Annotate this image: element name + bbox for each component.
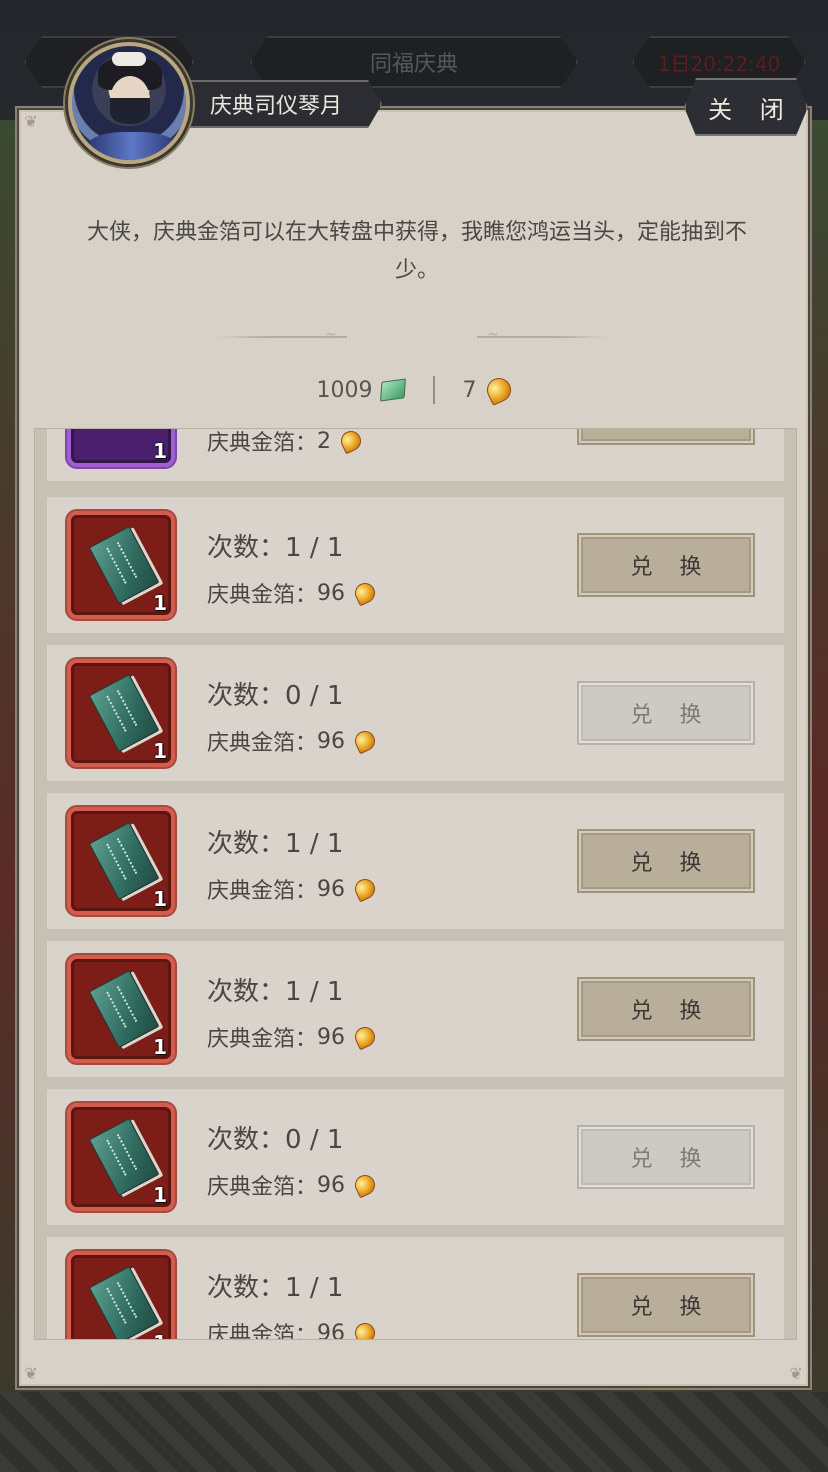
item-cost: 庆典金箔： 2 (207, 428, 365, 457)
list-item: 1 次数：0 / 1 庆典金箔： 96 兑 换 (47, 645, 784, 781)
exchange-times: 次数：0 / 1 (207, 1125, 344, 1155)
gold-leaf-icon (337, 429, 365, 455)
avatar-robe (86, 132, 178, 160)
avatar-mask (110, 98, 150, 124)
skill-book-icon (88, 1117, 160, 1197)
cost-value: 96 (317, 876, 346, 902)
list-item: 1 次数：1 / 1 庆典金箔： 96 兑 换 (47, 941, 784, 1077)
gold-leaf-icon (351, 727, 379, 755)
npc-name-plate: 庆典司仪琴月 (180, 80, 382, 128)
exchange-dialog: ❦ ❦ ❦ 大侠，庆典金箔可以在大转盘中获得，我瞧您鸿运当头，定能抽到不少。 ≈… (15, 106, 812, 1390)
skill-book-icon (88, 673, 160, 753)
skill-book-icon (88, 525, 160, 605)
gold-leaf-icon (351, 579, 379, 607)
corner-ornament-icon: ❦ (24, 1364, 38, 1383)
currency-separator (432, 376, 435, 404)
gold-leaf-icon (351, 1319, 379, 1339)
exchange-button[interactable]: 兑 换 (577, 977, 755, 1041)
item-icon-skill-book[interactable]: 1 (67, 955, 175, 1063)
cost-label: 庆典金箔： (207, 1323, 318, 1340)
exchange-times: 次数：1 / 1 (207, 533, 344, 563)
cost-value: 96 (317, 1172, 346, 1198)
jade-amount: 1009 (316, 377, 373, 403)
item-count: 1 (153, 887, 167, 911)
item-count: 1 (153, 439, 167, 463)
exchange-times: 次数：1 / 1 (207, 829, 344, 859)
item-cost: 庆典金箔： 96 (207, 725, 379, 757)
corner-ornament-icon: ❦ (789, 1364, 803, 1383)
cost-label: 庆典金箔： (207, 583, 318, 608)
exchange-button[interactable]: 兑 换 (577, 829, 755, 893)
cost-label: 庆典金箔： (207, 1175, 318, 1200)
cost-label: 庆典金箔： (207, 1027, 318, 1052)
divider-right (477, 336, 607, 338)
exchange-button[interactable]: 兑 换 (577, 533, 755, 597)
item-icon-skill-book[interactable]: 1 (67, 659, 175, 767)
gold-leaf-amount: 7 (462, 377, 477, 403)
cost-value: 96 (317, 728, 346, 754)
list-item: 1 次数：1 / 1 庆典金箔： 96 兑 换 (47, 793, 784, 929)
skill-book-icon (88, 1265, 160, 1339)
jade-ticket-icon (379, 378, 406, 402)
exchange-button-disabled[interactable]: 兑 换 (577, 681, 755, 745)
item-cost: 庆典金箔： 96 (207, 1169, 379, 1201)
gold-leaf-icon (482, 374, 515, 406)
list-item: 1 次数：1 / 1 庆典金箔： 96 兑 换 (47, 1237, 784, 1340)
item-icon-skill-book[interactable]: 1 (67, 1103, 175, 1211)
exchange-times: 次数：0 / 1 (207, 681, 344, 711)
gold-leaf-icon (351, 1023, 379, 1051)
cost-value: 96 (317, 580, 346, 606)
item-cost: 庆典金箔： 96 (207, 577, 379, 609)
cost-value: 96 (317, 1024, 346, 1050)
currency-bar: 1009 7 (17, 374, 810, 406)
cost-value: 96 (317, 1320, 346, 1340)
cost-label: 庆典金箔： (207, 431, 318, 456)
gold-leaf-icon (351, 1171, 379, 1199)
item-cost: 庆典金箔： 96 (207, 1021, 379, 1053)
background-floor (0, 1392, 828, 1472)
item-count: 1 (153, 1035, 167, 1059)
avatar-flower-ornament (112, 52, 146, 66)
npc-dialog-text: 大侠，庆典金箔可以在大转盘中获得，我瞧您鸿运当头，定能抽到不少。 (86, 220, 747, 283)
item-icon-skill-book[interactable]: 1 (67, 807, 175, 915)
exchange-times: 次数：1 / 1 (207, 977, 344, 1007)
skill-book-icon (88, 821, 160, 901)
corner-ornament-icon: ❦ (24, 112, 38, 131)
cost-label: 庆典金箔： (207, 731, 318, 756)
item-icon-skill-book[interactable]: 1 (67, 511, 175, 619)
skill-book-icon (88, 969, 160, 1049)
item-icon-purple[interactable]: 1 (67, 429, 175, 467)
close-button[interactable]: 关 闭 (684, 78, 808, 136)
list-item: 1 次数：0 / 1 庆典金箔： 96 兑 换 (47, 1089, 784, 1225)
item-count: 1 (153, 739, 167, 763)
exchange-times: 次数：1 / 1 (207, 1273, 344, 1303)
exchange-button[interactable]: 兑 换 (577, 1273, 755, 1337)
list-item: 1 庆典金箔： 2 (47, 428, 784, 481)
exchange-list[interactable]: 1 庆典金箔： 2 1 次数：1 / 1 庆典金箔： 96 兑 换 1 次数：0… (34, 428, 797, 1340)
item-count: 1 (153, 591, 167, 615)
gold-leaf-icon (351, 875, 379, 903)
item-icon-skill-book[interactable]: 1 (67, 1251, 175, 1339)
cost-label: 庆典金箔： (207, 879, 318, 904)
cost-value: 2 (317, 428, 332, 454)
npc-avatar (68, 42, 190, 164)
item-count: 1 (153, 1183, 167, 1207)
list-item: 1 次数：1 / 1 庆典金箔： 96 兑 换 (47, 497, 784, 633)
exchange-button-disabled[interactable]: 兑 换 (577, 1125, 755, 1189)
item-cost: 庆典金箔： 96 (207, 1317, 379, 1340)
item-count: 1 (153, 1331, 167, 1339)
exchange-button[interactable] (577, 429, 755, 445)
item-cost: 庆典金箔： 96 (207, 873, 379, 905)
divider-ornament-icon: ≈ (325, 328, 337, 344)
